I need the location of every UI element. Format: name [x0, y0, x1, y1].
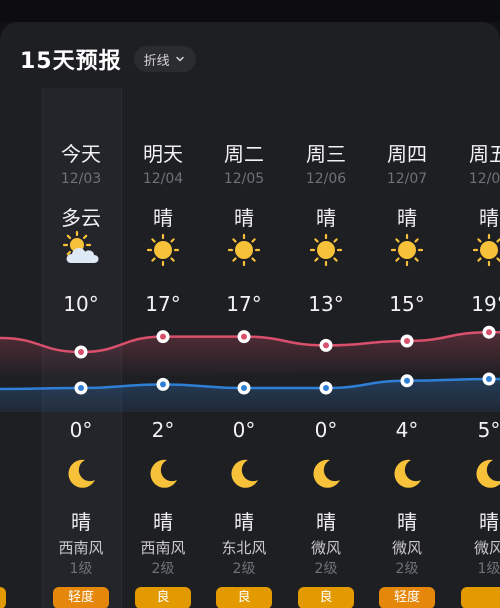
night-weather-icon-wrap: [306, 454, 346, 494]
status-strip: [0, 0, 500, 22]
day-weather-icon-wrap: [224, 230, 264, 270]
day-weather-icon-wrap: [61, 230, 101, 270]
air-quality-badge: [461, 587, 500, 608]
day-label: 今天: [61, 142, 101, 166]
day-weather-label: 多云: [61, 206, 101, 230]
night-weather-label: 晴: [234, 510, 254, 534]
low-temp-label: 0°: [232, 418, 256, 442]
high-temp-point-core: [404, 338, 410, 344]
night-weather-icon-wrap: [224, 454, 264, 494]
night-weather-icon-wrap: [469, 454, 500, 494]
wind-level-label: 2级: [314, 561, 338, 577]
day-weather-icon-wrap: [306, 230, 346, 270]
forecast-header: 15天预报 折线: [20, 44, 196, 74]
air-quality-badge: 良: [216, 587, 272, 608]
high-temp-point-core: [160, 333, 166, 340]
night-weather-label: 晴: [71, 510, 91, 534]
day-weather-icon-wrap: [469, 230, 500, 270]
moon-icon: [313, 459, 340, 488]
day-weather-label: 晴: [316, 206, 336, 230]
low-temp-point-core: [241, 385, 247, 391]
sun-icon: [390, 233, 424, 267]
low-temp-label: 5°: [477, 418, 500, 442]
wind-level-label: 2级: [151, 561, 175, 577]
night-weather-icon-wrap: [387, 454, 427, 494]
low-temp-point-core: [404, 377, 410, 384]
moon-icon: [68, 459, 95, 488]
day-label: 周二: [224, 142, 264, 166]
low-temp-point-core: [78, 385, 84, 391]
sun-icon: [227, 233, 261, 267]
day-label: 周五: [469, 142, 500, 166]
air-quality-badge: 良: [298, 587, 354, 608]
date-label: 12/03: [60, 171, 102, 187]
day-label: 天: [0, 138, 19, 167]
night-weather-label: 云: [0, 506, 19, 535]
low-temp-point-core: [486, 376, 492, 382]
sun-icon: [472, 233, 500, 267]
low-temp-label: °: [0, 418, 19, 442]
chart-mode-label: 折线: [143, 53, 170, 69]
sun-icon: [146, 233, 180, 267]
day-weather-icon-wrap: [387, 230, 427, 270]
wind-level-label: 2级: [395, 561, 419, 577]
low-temp-label: 2°: [151, 418, 175, 442]
wind-direction-label: 东北风: [221, 539, 267, 557]
day-weather-label: 晴: [397, 206, 417, 230]
wind-level-label: 1级: [69, 561, 93, 577]
date-label: 12/08: [468, 171, 500, 187]
low-temp-label: 4°: [395, 418, 419, 442]
night-weather-label: 晴: [479, 510, 499, 534]
low-temp-label: 0°: [314, 418, 338, 442]
date-label: 12/07: [386, 171, 428, 187]
date-label: 12/04: [142, 171, 184, 187]
date-label: 12/05: [223, 171, 265, 187]
night-weather-label: 晴: [397, 510, 417, 534]
day-label: 周四: [387, 142, 427, 166]
air-quality-badge: 轻度: [53, 587, 109, 608]
night-weather-label: 晴: [316, 510, 336, 534]
low-temp-label: 0°: [69, 418, 93, 442]
wind-direction-label: 微风: [473, 539, 500, 557]
sun-icon: [309, 233, 343, 267]
air-quality-badge: 轻度: [379, 587, 435, 608]
night-weather-label: 晴: [153, 510, 173, 534]
date-label: 12/06: [305, 171, 347, 187]
chevron-down-icon: [175, 56, 184, 62]
day-weather-label: 晴: [479, 206, 499, 230]
wind-direction-label: 风: [0, 537, 19, 558]
high-temp-point-core: [78, 349, 84, 355]
day-weather-label: 晴: [153, 206, 173, 230]
low-temp-area: [0, 379, 500, 412]
wind-direction-label: 西南风: [140, 539, 186, 557]
wind-level-label: 2级: [232, 561, 256, 577]
night-weather-icon-wrap: [61, 454, 101, 494]
day-weather-icon-wrap: [143, 230, 183, 270]
partly-cloudy-icon: [62, 230, 99, 263]
wind-direction-label: 西南风: [58, 539, 104, 557]
day-label: 周三: [306, 142, 346, 166]
wind-direction-label: 微风: [310, 539, 341, 557]
page-title: 15天预报: [20, 49, 122, 74]
chart-mode-dropdown[interactable]: 折线: [133, 46, 196, 72]
low-temp-point-core: [323, 385, 329, 391]
day-label: 明天: [143, 142, 183, 166]
high-temp-point-core: [486, 329, 492, 336]
forecast-panel: 15天预报 折线 天02°°云风今天12/03多云10°0°晴西南风1级轻度明天…: [0, 22, 500, 608]
moon-icon: [394, 459, 421, 488]
wind-direction-label: 微风: [391, 539, 422, 557]
high-temp-point-core: [323, 342, 329, 349]
temperature-chart: [0, 325, 500, 412]
high-temp-point-core: [241, 333, 247, 340]
moon-icon: [476, 459, 500, 488]
air-quality-badge: [0, 587, 6, 608]
air-quality-badge: 良: [135, 587, 191, 608]
moon-icon: [231, 459, 258, 488]
wind-level-label: 1级: [477, 561, 500, 577]
night-weather-icon-wrap: [143, 454, 183, 494]
date-label: 02: [0, 171, 19, 187]
day-weather-label: 晴: [234, 206, 254, 230]
moon-icon: [150, 459, 177, 488]
low-temp-point-core: [160, 381, 166, 388]
